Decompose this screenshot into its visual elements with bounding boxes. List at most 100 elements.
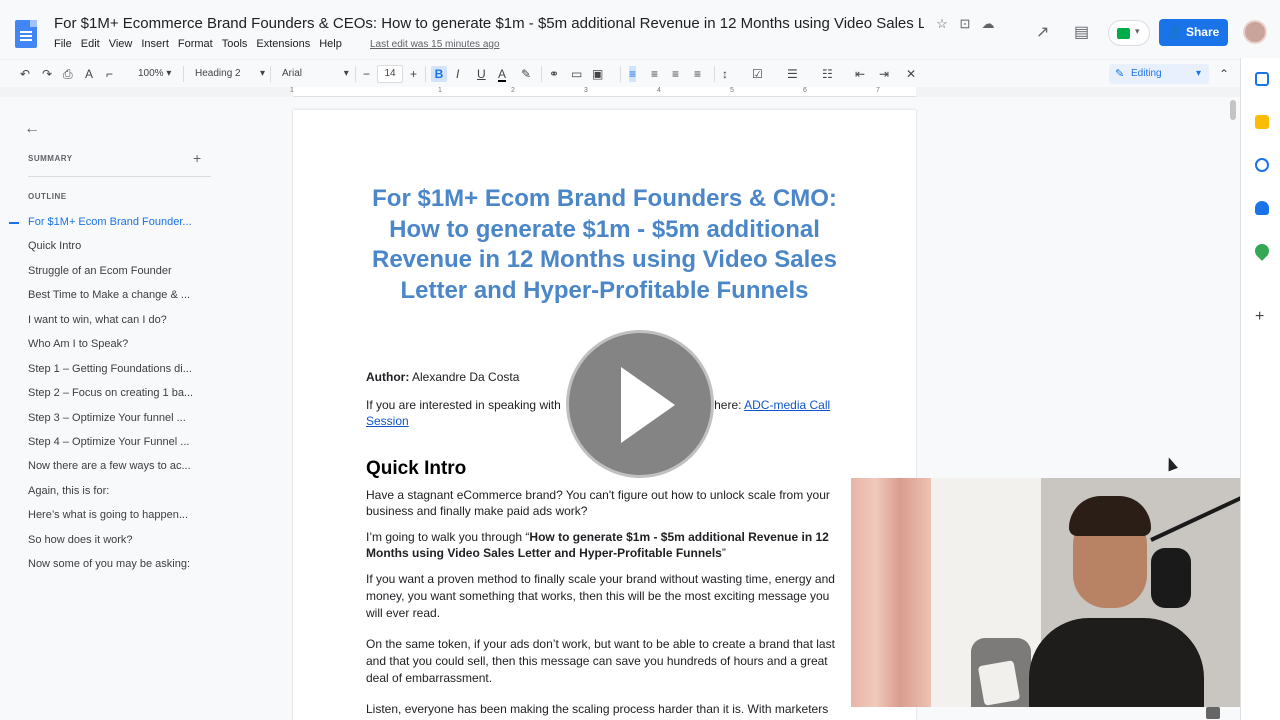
menu-file[interactable]: File <box>54 38 72 50</box>
checklist-icon[interactable]: ☑ <box>752 66 763 82</box>
divider <box>28 176 211 177</box>
font-size-input[interactable]: 14 <box>377 65 403 83</box>
keep-icon[interactable] <box>1255 115 1269 129</box>
outline-item[interactable]: Who Am I to Speak? <box>28 338 128 350</box>
cushion <box>977 660 1021 706</box>
outline-item[interactable]: For $1M+ Ecom Brand Founder... <box>28 216 192 228</box>
ruler-mark: 7 <box>876 87 880 94</box>
menu-insert[interactable]: Insert <box>141 38 169 50</box>
bold-icon[interactable]: B <box>431 66 447 82</box>
add-comment-icon[interactable] <box>1206 707 1220 719</box>
menu-format[interactable]: Format <box>178 38 213 50</box>
outline-item[interactable]: Now some of you may be asking: <box>28 558 190 570</box>
outline-item[interactable]: Again, this is for: <box>28 485 109 497</box>
outline-item[interactable]: Now there are a few ways to ac... <box>28 460 191 472</box>
zoom-select[interactable]: 100% ▾ <box>138 66 171 82</box>
move-folder-icon[interactable]: ⊡ <box>957 16 973 32</box>
meet-button[interactable] <box>1108 20 1150 46</box>
maps-icon[interactable] <box>1252 241 1272 261</box>
undo-icon[interactable]: ↶ <box>20 66 30 82</box>
style-select[interactable]: Heading 2 ▾ <box>195 66 265 82</box>
video-play-button[interactable] <box>566 330 714 478</box>
underline-icon[interactable]: U <box>477 66 486 82</box>
tasks-icon[interactable] <box>1255 158 1269 172</box>
editing-mode-value: Editing <box>1131 68 1162 79</box>
menu-edit[interactable]: Edit <box>81 38 100 50</box>
link-icon[interactable]: ⚭ <box>549 66 559 82</box>
google-docs-window: For $1M+ Ecommerce Brand Founders & CEOs… <box>0 0 1280 720</box>
line-spacing-icon[interactable]: ↕ <box>722 66 728 82</box>
comments-icon[interactable]: ▤ <box>1074 22 1089 42</box>
align-right-icon[interactable]: ≡ <box>672 66 679 82</box>
outline-item[interactable]: Step 4 – Optimize Your Funnel ... <box>28 436 189 448</box>
paragraph: Have a stagnant eCommerce brand? You can… <box>366 488 830 518</box>
comment-icon[interactable]: ▭ <box>571 66 582 82</box>
last-edit-link[interactable]: Last edit was 15 minutes ago <box>370 39 500 50</box>
paragraph: I’m going to walk you through “How to ge… <box>366 529 843 561</box>
paint-format-icon[interactable]: ⌐ <box>106 66 113 82</box>
outline-item[interactable]: Best Time to Make a change & ... <box>28 289 190 301</box>
text-color-icon[interactable]: A <box>498 66 507 82</box>
align-center-icon[interactable]: ≡ <box>651 66 658 82</box>
collapse-toolbar-icon[interactable]: ⌃ <box>1219 66 1229 82</box>
outline-item[interactable]: Struggle of an Ecom Founder <box>28 265 172 277</box>
print-icon[interactable]: ⎙ <box>63 66 73 82</box>
side-panel-rail: + <box>1240 58 1280 720</box>
increase-font-size-icon[interactable]: + <box>410 66 417 82</box>
get-add-ons-icon[interactable]: + <box>1255 308 1264 326</box>
interest-prefix: If you are interested in speaking with <box>366 398 561 412</box>
scrollbar[interactable] <box>1230 100 1236 120</box>
document-heading: For $1M+ Ecom Brand Founders & CMO: How … <box>371 185 837 304</box>
close-outline-arrow-icon[interactable]: ← <box>24 120 40 138</box>
redo-icon[interactable]: ↷ <box>42 66 52 82</box>
ruler-mark: 6 <box>803 87 807 94</box>
star-icon[interactable]: ☆ <box>934 16 950 32</box>
outline-item[interactable]: Step 1 – Getting Foundations di... <box>28 363 192 375</box>
highlight-icon[interactable]: ✎ <box>521 66 531 82</box>
add-summary-icon[interactable]: + <box>193 150 201 166</box>
docs-logo-icon[interactable] <box>15 20 37 48</box>
activity-trend-icon[interactable]: ↗ <box>1036 22 1049 42</box>
editing-mode-select[interactable]: ✎ Editing <box>1109 64 1209 84</box>
image-icon[interactable]: ▣ <box>592 66 603 82</box>
mouse-cursor-icon <box>1164 455 1178 472</box>
numbered-list-icon[interactable]: ☷ <box>822 66 833 82</box>
contacts-icon[interactable] <box>1255 201 1269 215</box>
webcam-overlay <box>851 478 1260 707</box>
decrease-indent-icon[interactable]: ⇤ <box>855 66 865 82</box>
formatting-toolbar: ↶ ↷ ⎙ A ⌐ 100% ▾ Heading 2 ▾ Arial ▾ − 1… <box>0 59 1240 87</box>
outline-item[interactable]: I want to win, what can I do? <box>28 314 167 326</box>
pencil-icon: ✎ <box>1115 68 1125 80</box>
bulleted-list-icon[interactable]: ☰ <box>787 66 798 82</box>
align-left-icon[interactable]: ≡ <box>629 66 637 82</box>
spellcheck-icon[interactable]: A <box>85 66 93 82</box>
share-button[interactable]: 👤 Share <box>1159 19 1228 46</box>
document-title[interactable]: For $1M+ Ecommerce Brand Founders & CEOs… <box>54 15 924 32</box>
justify-icon[interactable]: ≡ <box>694 66 701 82</box>
decrease-font-size-icon[interactable]: − <box>363 66 370 82</box>
paragraph: Listen, everyone has been making the sca… <box>366 702 829 720</box>
increase-indent-icon[interactable]: ⇥ <box>879 66 889 82</box>
style-value: Heading 2 <box>195 68 241 79</box>
ruler[interactable]: 1 1 2 3 4 5 6 7 <box>290 87 916 97</box>
font-select[interactable]: Arial ▾ <box>282 66 349 82</box>
lock-icon: 👤 <box>1167 25 1186 39</box>
ruler-mark: 4 <box>657 87 661 94</box>
outline-item[interactable]: Quick Intro <box>28 240 81 252</box>
outline-item[interactable]: Step 3 – Optimize Your funnel ... <box>28 412 186 424</box>
menu-help[interactable]: Help <box>319 38 342 50</box>
cloud-status-icon[interactable]: ☁ <box>980 16 996 32</box>
outline-item[interactable]: Here’s what is going to happen... <box>28 509 188 521</box>
outline-item[interactable]: So how does it work? <box>28 534 133 546</box>
italic-icon[interactable]: I <box>456 66 459 82</box>
microphone <box>1151 548 1191 608</box>
avatar[interactable] <box>1243 20 1267 44</box>
outline-item[interactable]: Step 2 – Focus on creating 1 ba... <box>28 387 193 399</box>
menu-tools[interactable]: Tools <box>222 38 248 50</box>
paragraph: On the same token, if your ads don’t wor… <box>366 637 835 685</box>
clear-formatting-icon[interactable]: ✕ <box>906 66 916 82</box>
calendar-icon[interactable] <box>1255 72 1269 86</box>
ruler-mark: 1 <box>438 87 442 94</box>
menu-view[interactable]: View <box>109 38 133 50</box>
menu-extensions[interactable]: Extensions <box>256 38 310 50</box>
